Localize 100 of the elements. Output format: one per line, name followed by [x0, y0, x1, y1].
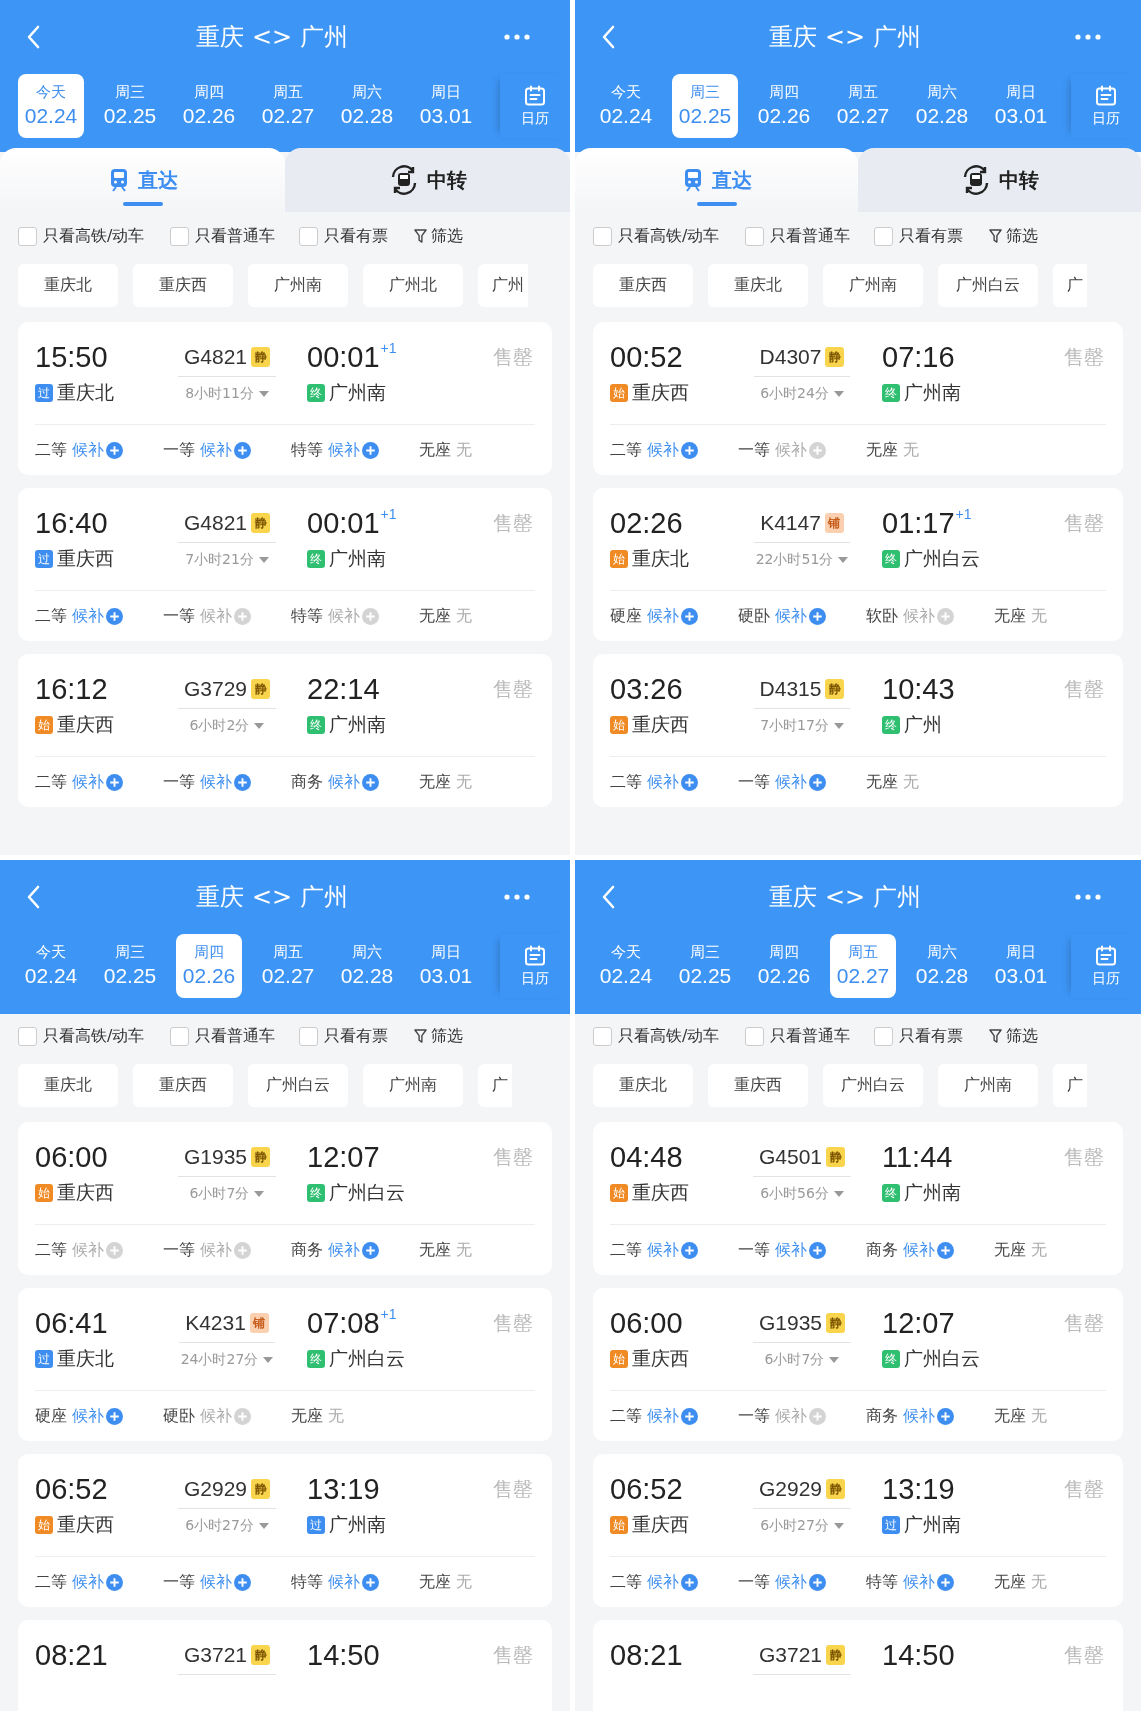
station-chip[interactable]: 重庆西 [593, 264, 693, 307]
checkbox[interactable] [593, 226, 612, 246]
checkbox[interactable] [18, 226, 37, 246]
calendar-button[interactable]: 日历 [1071, 74, 1141, 138]
plus-icon[interactable] [809, 1573, 826, 1591]
plus-icon[interactable] [681, 773, 698, 791]
date-tab[interactable]: 周四 02.26 [751, 74, 817, 138]
checkbox[interactable] [299, 226, 319, 246]
waitlist-link[interactable]: 候补 [775, 1405, 807, 1427]
caret-icon[interactable] [833, 1522, 844, 1529]
back-icon[interactable] [601, 25, 615, 49]
checkbox[interactable] [593, 1026, 612, 1046]
caret-icon[interactable] [833, 722, 844, 729]
waitlist-link[interactable]: 候补 [647, 605, 679, 627]
plus-icon[interactable] [106, 773, 123, 791]
calendar-button[interactable]: 日历 [500, 934, 570, 998]
date-tab[interactable]: 周三 02.25 [672, 74, 738, 138]
back-icon[interactable] [26, 25, 40, 49]
plus-icon[interactable] [937, 1407, 954, 1425]
plus-icon[interactable] [234, 441, 251, 459]
station-chip[interactable]: 重庆西 [708, 1064, 808, 1107]
plus-icon[interactable] [937, 1241, 954, 1259]
station-chip[interactable]: 广州 [478, 264, 528, 307]
caret-icon[interactable] [833, 1190, 844, 1197]
checkbox[interactable] [874, 1026, 894, 1046]
date-tab[interactable]: 周日 03.01 [988, 934, 1054, 998]
train-card[interactable]: 08:21 G3721 静 14:50 售罄 [18, 1620, 552, 1711]
waitlist-link[interactable]: 候补 [775, 1239, 807, 1261]
duration[interactable]: 6小时27分 [185, 1516, 254, 1535]
train-card[interactable]: 06:52 始 重庆西 G2929 静 6小时27分 13:19 过 广州南 售罄 二等 候补 一等 候补 特等 候补 无座 无 [18, 1454, 552, 1607]
duration[interactable]: 22小时51分 [755, 550, 834, 569]
waitlist-link[interactable]: 候补 [72, 439, 104, 461]
caret-icon[interactable] [258, 556, 269, 563]
waitlist-link[interactable]: 候补 [647, 1239, 679, 1261]
plus-icon[interactable] [681, 1241, 698, 1259]
date-tab[interactable]: 周五 02.27 [830, 934, 896, 998]
date-tab[interactable]: 周三 02.25 [672, 934, 738, 998]
waitlist-link[interactable]: 候补 [775, 439, 807, 461]
checkbox[interactable] [18, 1026, 37, 1046]
date-tab[interactable]: 今天 02.24 [18, 74, 84, 138]
waitlist-link[interactable]: 候补 [903, 1405, 935, 1427]
train-card[interactable]: 02:26 始 重庆北 K4147 铺 22小时51分 01:17$^{+1}$ 终 广州白云 售罄 硬座 候补 硬卧 候补 软卧 候补 无座 无 [593, 488, 1123, 641]
caret-icon[interactable] [838, 556, 849, 563]
waitlist-link[interactable]: 候补 [200, 1571, 232, 1593]
more-icon[interactable] [504, 34, 530, 40]
plus-icon[interactable] [106, 1573, 123, 1591]
plus-icon[interactable] [681, 607, 698, 625]
more-icon[interactable] [504, 894, 530, 900]
waitlist-link[interactable]: 候补 [328, 439, 360, 461]
duration[interactable]: 7小时17分 [760, 716, 829, 735]
train-card[interactable]: 04:48 始 重庆西 G4501 静 6小时56分 11:44 终 广州南 售罄 二等 候补 一等 候补 商务 候补 无座 无 [593, 1122, 1123, 1275]
duration[interactable]: 24小时27分 [180, 1350, 259, 1369]
plus-icon[interactable] [809, 773, 826, 791]
plus-icon[interactable] [362, 773, 379, 791]
date-tab[interactable]: 周三 02.25 [97, 74, 163, 138]
station-chip[interactable]: 广州南 [248, 264, 348, 307]
date-tab[interactable]: 周四 02.26 [176, 74, 242, 138]
plus-icon[interactable] [106, 441, 123, 459]
duration[interactable]: 6小时7分 [189, 1184, 250, 1203]
plus-icon[interactable] [234, 773, 251, 791]
plus-icon[interactable] [809, 607, 826, 625]
train-card[interactable]: 03:26 始 重庆西 D4315 静 7小时17分 10:43 终 广州 售罄 二等 候补 一等 候补 无座 无 [593, 654, 1123, 807]
station-chip[interactable]: 广 [1053, 1064, 1087, 1107]
checkbox[interactable] [745, 1026, 765, 1046]
date-tab[interactable]: 今天 02.24 [593, 934, 659, 998]
date-tab[interactable]: 周四 02.26 [176, 934, 242, 998]
station-chip[interactable]: 广州白云 [938, 264, 1038, 307]
waitlist-link[interactable]: 候补 [328, 1571, 360, 1593]
duration[interactable]: 6小时2分 [189, 716, 250, 735]
train-card[interactable]: 16:40 过 重庆西 G4821 静 7小时21分 00:01$^{+1}$ 终 广州南 售罄 二等 候补 一等 候补 特等 候补 无座 无 [18, 488, 552, 641]
back-icon[interactable] [601, 885, 615, 909]
waitlist-link[interactable]: 候补 [328, 605, 360, 627]
date-tab[interactable]: 周日 03.01 [988, 74, 1054, 138]
waitlist-link[interactable]: 候补 [200, 605, 232, 627]
waitlist-link[interactable]: 候补 [328, 771, 360, 793]
station-chip[interactable]: 广 [478, 1064, 512, 1107]
duration[interactable]: 6小时27分 [760, 1516, 829, 1535]
calendar-button[interactable]: 日历 [1071, 934, 1141, 998]
filter-button[interactable]: 筛选 [989, 225, 1039, 247]
waitlist-link[interactable]: 候补 [72, 771, 104, 793]
plus-icon[interactable] [362, 441, 379, 459]
train-card[interactable]: 06:00 始 重庆西 G1935 静 6小时7分 12:07 终 广州白云 售罄 二等 候补 一等 候补 商务 候补 无座 无 [18, 1122, 552, 1275]
date-tab[interactable]: 周日 03.01 [413, 74, 479, 138]
waitlist-link[interactable]: 候补 [903, 1571, 935, 1593]
train-card[interactable]: 06:52 始 重庆西 G2929 静 6小时27分 13:19 过 广州南 售罄 二等 候补 一等 候补 特等 候补 无座 无 [593, 1454, 1123, 1607]
checkbox[interactable] [745, 226, 765, 246]
station-chip[interactable]: 广州白云 [823, 1064, 923, 1107]
date-tab[interactable]: 今天 02.24 [593, 74, 659, 138]
waitlist-link[interactable]: 候补 [647, 771, 679, 793]
waitlist-link[interactable]: 候补 [903, 1239, 935, 1261]
waitlist-link[interactable]: 候补 [903, 605, 935, 627]
duration[interactable]: 8小时11分 [185, 384, 254, 403]
caret-icon[interactable] [258, 1522, 269, 1529]
station-chip[interactable]: 重庆北 [708, 264, 808, 307]
filter-button[interactable]: 筛选 [989, 1025, 1039, 1047]
duration[interactable]: 6小时24分 [760, 384, 829, 403]
checkbox[interactable] [874, 226, 894, 246]
train-card[interactable]: 06:00 始 重庆西 G1935 静 6小时7分 12:07 终 广州白云 售罄 二等 候补 一等 候补 商务 候补 无座 无 [593, 1288, 1123, 1441]
date-tab[interactable]: 今天 02.24 [18, 934, 84, 998]
duration[interactable]: 6小时7分 [764, 1350, 825, 1369]
